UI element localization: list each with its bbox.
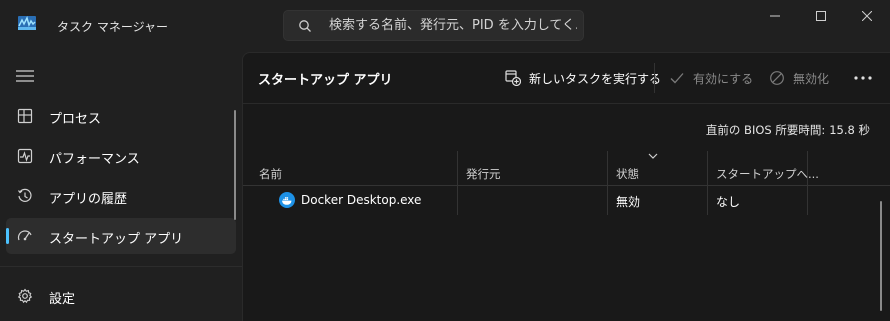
startup-icon	[17, 230, 32, 241]
column-header-startup-impact[interactable]: スタートアップへ...	[708, 151, 819, 185]
search-icon	[299, 20, 311, 32]
sidebar-item-performance[interactable]: パフォーマンス	[6, 138, 236, 174]
task-manager-icon	[18, 16, 36, 30]
run-new-task-button[interactable]: 新しいタスクを実行する	[505, 61, 661, 95]
more-options-button[interactable]	[854, 61, 872, 95]
cell-publisher	[458, 185, 608, 215]
settings-icon	[17, 288, 33, 304]
startup-impact-value: なし	[716, 195, 741, 209]
page-title: スタートアップ アプリ	[258, 73, 393, 88]
performance-icon	[17, 148, 33, 164]
sidebar-item-settings[interactable]: 設定	[6, 278, 236, 314]
sidebar-item-label: 設定	[49, 292, 76, 307]
sidebar-item-label: プロセス	[49, 112, 102, 127]
table-header: 名前 発行元 状態 スタートアップへ...	[243, 151, 890, 186]
active-indicator	[6, 228, 9, 244]
bios-time: 直前の BIOS 所要時間: 15.8 秒	[702, 122, 870, 138]
hamburger-icon[interactable]	[16, 69, 34, 83]
column-header-publisher[interactable]: 発行元	[458, 151, 608, 185]
run-new-task-label: 新しいタスクを実行する	[529, 71, 662, 86]
disable-button[interactable]: 無効化	[769, 61, 829, 95]
processes-icon	[17, 108, 33, 124]
more-icon	[854, 76, 872, 80]
sidebar-item-startup-apps[interactable]: スタートアップ アプリ	[6, 218, 236, 254]
new-task-icon	[505, 70, 521, 86]
cell-status: 無効	[608, 185, 708, 215]
cell-startup-impact: なし	[708, 185, 808, 215]
status-value: 無効	[616, 195, 641, 209]
title-bar: タスク マネージャー	[0, 0, 890, 48]
column-header-label: 発行元	[466, 167, 501, 181]
main-scrollbar[interactable]	[880, 201, 882, 311]
sidebar: プロセス パフォーマンス アプリの履歴 スタートアップ アプリ 設定	[0, 48, 242, 321]
sidebar-item-app-history[interactable]: アプリの履歴	[6, 178, 236, 214]
search-input[interactable]	[329, 14, 577, 37]
history-icon	[18, 188, 32, 202]
minimize-icon	[770, 15, 780, 17]
main-panel: スタートアップ アプリ 新しいタスクを実行する 有効にする 無効化 直前の BI…	[242, 52, 890, 321]
cell-name: Docker Desktop.exe	[243, 185, 458, 215]
bios-time-label: 直前の BIOS 所要時間:	[705, 123, 826, 137]
maximize-button[interactable]	[798, 0, 844, 32]
chevron-down-icon	[648, 153, 658, 159]
sidebar-item-label: パフォーマンス	[49, 152, 140, 167]
close-icon	[862, 11, 872, 21]
disable-label: 無効化	[793, 71, 830, 86]
minimize-button[interactable]	[752, 0, 798, 32]
checkmark-icon	[670, 73, 684, 84]
sidebar-scrollbar[interactable]	[234, 110, 236, 220]
search-box[interactable]	[283, 10, 584, 41]
column-header-label: スタートアップへ...	[716, 167, 819, 181]
sidebar-item-label: スタートアップ アプリ	[49, 232, 184, 247]
disable-icon	[770, 71, 784, 85]
table-row[interactable]: Docker Desktop.exe 無効 なし	[243, 185, 890, 215]
sidebar-divider	[0, 266, 242, 267]
column-header-name[interactable]: 名前	[243, 151, 458, 185]
column-header-status[interactable]: 状態	[608, 151, 708, 185]
sidebar-item-processes[interactable]: プロセス	[6, 98, 236, 134]
close-button[interactable]	[844, 0, 890, 32]
column-header-label: 状態	[616, 167, 639, 181]
bios-time-value: 15.8 秒	[829, 123, 870, 137]
column-header-label: 名前	[259, 167, 282, 181]
app-name: Docker Desktop.exe	[301, 193, 422, 207]
enable-button[interactable]: 有効にする	[669, 61, 753, 95]
docker-icon	[279, 192, 295, 208]
enable-label: 有効にする	[693, 71, 754, 86]
window-title: タスク マネージャー	[57, 20, 168, 34]
header-divider	[243, 103, 890, 104]
maximize-icon	[816, 11, 826, 21]
sidebar-item-label: アプリの履歴	[49, 192, 128, 207]
toolbar-divider	[654, 63, 655, 93]
